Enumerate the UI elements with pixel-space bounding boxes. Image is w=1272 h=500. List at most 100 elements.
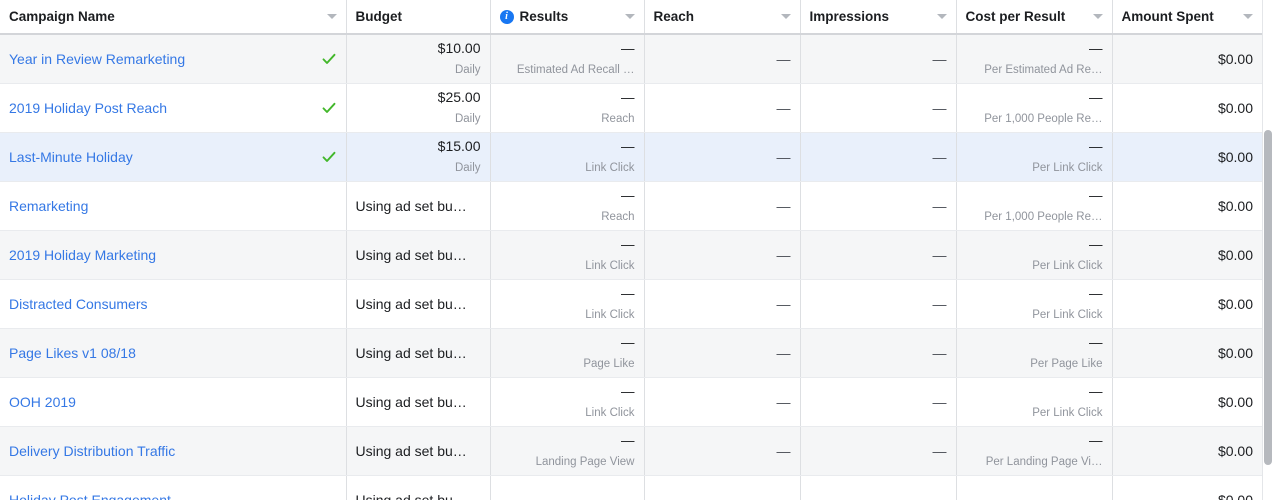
cell-impressions: —: [800, 181, 956, 230]
budget-value: Using ad set bu…: [356, 296, 481, 312]
campaign-name-link[interactable]: Last-Minute Holiday: [9, 149, 313, 165]
chevron-down-icon[interactable]: [1243, 14, 1253, 19]
results-type: Link Click: [585, 308, 634, 322]
status-check-icon: [321, 100, 337, 116]
info-icon[interactable]: i: [500, 10, 514, 24]
table-row[interactable]: Delivery Distribution Traffic Using ad se…: [0, 426, 1262, 475]
column-header-amount-spent[interactable]: Amount Spent: [1112, 0, 1262, 34]
column-header-cost-per-result[interactable]: Cost per Result: [956, 0, 1112, 34]
cell-campaign-name[interactable]: Delivery Distribution Traffic: [0, 426, 346, 475]
table-row[interactable]: Last-Minute Holiday $15.00Daily—Link Clic…: [0, 132, 1262, 181]
campaign-name-link[interactable]: OOH 2019: [9, 394, 313, 410]
chevron-down-icon[interactable]: [781, 14, 791, 19]
table-row[interactable]: Holiday Post Engagement Using ad set bu… —…: [0, 475, 1262, 500]
reach-value: —: [654, 345, 791, 361]
cell-amount-spent: $0.00: [1112, 328, 1262, 377]
header-row: Campaign Name Budget i Results: [0, 0, 1262, 34]
cell-cost-per-result: —Per 1,000 People Re…: [956, 83, 1112, 132]
chevron-down-icon[interactable]: [937, 14, 947, 19]
campaign-name-link[interactable]: 2019 Holiday Marketing: [9, 247, 313, 263]
cell-amount-spent: $0.00: [1112, 34, 1262, 83]
vertical-scrollbar-thumb[interactable]: [1264, 130, 1272, 465]
column-header-label: Reach: [654, 9, 695, 24]
cell-campaign-name[interactable]: Remarketing: [0, 181, 346, 230]
cell-amount-spent: $0.00: [1112, 426, 1262, 475]
chevron-down-icon[interactable]: [625, 14, 635, 19]
chevron-down-icon[interactable]: [327, 14, 337, 19]
reach-value: —: [654, 296, 791, 312]
reach-value: —: [654, 198, 791, 214]
status-check-icon: [321, 149, 337, 165]
cell-budget[interactable]: Using ad set bu…: [346, 279, 490, 328]
campaign-name-link[interactable]: Distracted Consumers: [9, 296, 313, 312]
budget-value: Using ad set bu…: [356, 198, 481, 214]
reach-value: —: [654, 247, 791, 263]
cell-campaign-name[interactable]: 2019 Holiday Marketing: [0, 230, 346, 279]
campaign-name-link[interactable]: Holiday Post Engagement: [9, 492, 313, 500]
cell-budget[interactable]: Using ad set bu…: [346, 426, 490, 475]
table-row[interactable]: Year in Review Remarketing $10.00Daily—Es…: [0, 34, 1262, 83]
cell-budget[interactable]: Using ad set bu…: [346, 230, 490, 279]
table-row[interactable]: RemarketingUsing ad set bu…—Reach———Per …: [0, 181, 1262, 230]
results-value: —: [621, 138, 635, 156]
reach-value: —: [654, 443, 791, 459]
cell-campaign-name[interactable]: Holiday Post Engagement: [0, 475, 346, 500]
cell-results: —Estimated Ad Recall …: [490, 34, 644, 83]
table-row[interactable]: Page Likes v1 08/18Using ad set bu…—Page…: [0, 328, 1262, 377]
cell-budget[interactable]: Using ad set bu…: [346, 377, 490, 426]
cell-budget[interactable]: $15.00Daily: [346, 132, 490, 181]
column-header-reach[interactable]: Reach: [644, 0, 800, 34]
impressions-value: —: [810, 51, 947, 67]
cell-budget[interactable]: Using ad set bu…: [346, 181, 490, 230]
column-header-impressions[interactable]: Impressions: [800, 0, 956, 34]
cell-results: —Reach: [490, 181, 644, 230]
chevron-down-icon[interactable]: [1093, 14, 1103, 19]
table-row[interactable]: Distracted Consumers Using ad set bu… — Lin…: [0, 279, 1262, 328]
table-row[interactable]: 2019 Holiday Marketing Using ad set bu…—L…: [0, 230, 1262, 279]
campaign-name-link[interactable]: Remarketing: [9, 198, 313, 214]
column-header-results[interactable]: i Results: [490, 0, 644, 34]
campaign-name-link[interactable]: Page Likes v1 08/18: [9, 345, 313, 361]
cell-impressions: —: [800, 426, 956, 475]
cell-amount-spent: $0.00: [1112, 230, 1262, 279]
budget-value: Using ad set bu…: [356, 443, 481, 459]
budget-value: Using ad set bu…: [356, 492, 481, 500]
impressions-value: —: [810, 443, 947, 459]
campaign-name-link[interactable]: 2019 Holiday Post Reach: [9, 100, 313, 116]
cost-per-result-value: —: [1089, 491, 1103, 500]
reach-value: —: [654, 100, 791, 116]
column-header-campaign-name[interactable]: Campaign Name: [0, 0, 346, 34]
table-row[interactable]: OOH 2019Using ad set bu…—Link Click———Pe…: [0, 377, 1262, 426]
vertical-scrollbar[interactable]: [1262, 0, 1272, 500]
cell-budget[interactable]: Using ad set bu…: [346, 328, 490, 377]
cell-reach: —: [644, 181, 800, 230]
cost-per-result-value: —: [1089, 138, 1103, 156]
cost-per-result-type: Per Link Click: [1032, 161, 1102, 175]
cost-per-result-value: —: [1089, 89, 1103, 107]
table-body: Year in Review Remarketing $10.00Daily—Es…: [0, 34, 1262, 500]
impressions-value: —: [810, 296, 947, 312]
cell-amount-spent: $0.00: [1112, 279, 1262, 328]
cell-budget[interactable]: $10.00Daily: [346, 34, 490, 83]
amount-spent-value: $0.00: [1122, 345, 1254, 361]
campaign-name-link[interactable]: Delivery Distribution Traffic: [9, 443, 313, 459]
cell-campaign-name[interactable]: 2019 Holiday Post Reach: [0, 83, 346, 132]
column-header-label: Amount Spent: [1122, 9, 1214, 24]
column-header-budget[interactable]: Budget: [346, 0, 490, 34]
cell-campaign-name[interactable]: OOH 2019: [0, 377, 346, 426]
cell-results: —Link Click: [490, 132, 644, 181]
cell-results: —Link Click: [490, 230, 644, 279]
column-header-label: Results: [520, 9, 569, 24]
results-value: —: [621, 40, 635, 58]
table-row[interactable]: 2019 Holiday Post Reach$25.00Daily—Reach…: [0, 83, 1262, 132]
campaign-name-link[interactable]: Year in Review Remarketing: [9, 51, 313, 67]
cell-campaign-name[interactable]: Year in Review Remarketing: [0, 34, 346, 83]
cell-campaign-name[interactable]: Distracted Consumers: [0, 279, 346, 328]
results-type: Reach: [601, 210, 634, 224]
cell-campaign-name[interactable]: Last-Minute Holiday: [0, 132, 346, 181]
cell-campaign-name[interactable]: Page Likes v1 08/18: [0, 328, 346, 377]
amount-spent-value: $0.00: [1122, 492, 1254, 500]
results-value: —: [621, 491, 635, 500]
cell-budget[interactable]: Using ad set bu…: [346, 475, 490, 500]
cell-budget[interactable]: $25.00Daily: [346, 83, 490, 132]
